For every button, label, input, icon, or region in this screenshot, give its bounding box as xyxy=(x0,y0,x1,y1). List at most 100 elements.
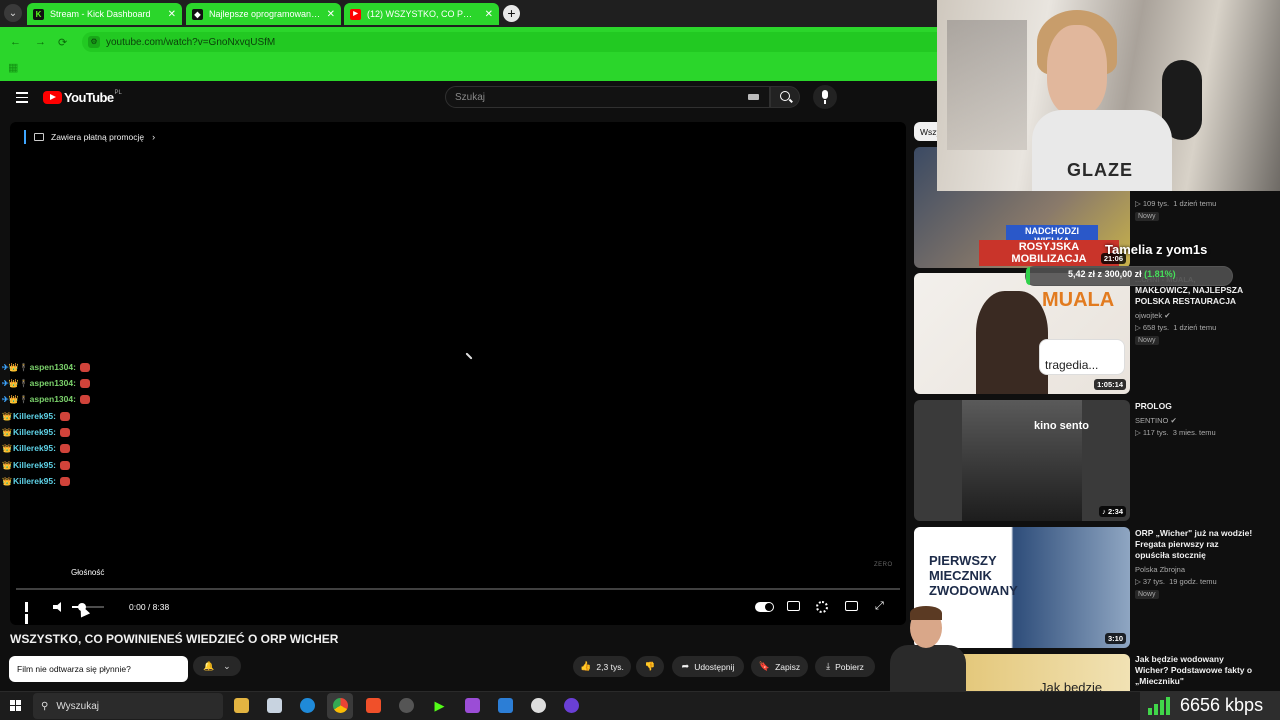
emote-icon xyxy=(79,378,90,388)
youtube-logo[interactable]: YouTube PL xyxy=(43,90,122,105)
thumbs-down-icon: 👎 xyxy=(644,661,656,671)
tab-search-menu-icon[interactable]: ⌄ xyxy=(4,4,22,22)
chat-badge: ✈👑🕴 xyxy=(2,362,29,372)
search-button[interactable] xyxy=(770,86,800,108)
taskbar-search[interactable]: ⚲ Wyszukaj xyxy=(33,693,223,719)
share-button[interactable]: ➦ Udostępnij xyxy=(672,656,744,677)
search-input[interactable]: Szukaj xyxy=(445,86,770,108)
chat-username: Killerek95: xyxy=(12,460,56,470)
recommended-meta[interactable]: ▷ 109 tys. 1 dzień temu Nowy xyxy=(1135,196,1216,221)
app-icon[interactable] xyxy=(498,698,513,713)
paid-promotion-label[interactable]: Zawiera płatną promocję › xyxy=(24,130,155,144)
subtitles-icon[interactable] xyxy=(787,601,800,611)
tab-close-icon[interactable]: ✕ xyxy=(168,9,176,20)
streamlabs-icon[interactable]: ▶ xyxy=(432,698,447,713)
share-icon: ➦ xyxy=(681,661,690,671)
chat-username: aspen1304: xyxy=(29,378,76,388)
address-bar[interactable]: ⚙ youtube.com/watch?v=GnoNxvqUSfM xyxy=(82,32,937,52)
loading-spinner-icon xyxy=(465,352,473,360)
bitrate-value: 6656 kbps xyxy=(1180,695,1264,715)
like-button[interactable]: 👍 2,3 tys. xyxy=(573,656,631,677)
chrome-icon[interactable] xyxy=(333,698,348,713)
dislike-button[interactable]: 👎 xyxy=(636,656,664,677)
chat-message: 👑 Killerek95: xyxy=(2,460,70,470)
tab-software[interactable]: ◆ Najlepsze oprogramowanie do ✕ xyxy=(186,3,341,25)
recommended-meta[interactable]: Jak będzie wodowany Wicher? Podstawowe f… xyxy=(1135,654,1255,691)
pause-button[interactable] xyxy=(25,602,34,624)
like-count: 2,3 tys. xyxy=(596,661,624,672)
chat-badge: ✈👑🕴 xyxy=(2,394,29,404)
video-stats: ▷ 37 tys. 19 godz. temu xyxy=(1135,577,1217,586)
app-icon[interactable] xyxy=(267,698,282,713)
youtube-play-icon xyxy=(43,91,62,104)
windows-start-icon[interactable] xyxy=(10,700,22,712)
thumb-text-line: tragedia... xyxy=(1039,339,1125,375)
tab-label: (12) WSZYSTKO, CO POWINIEN xyxy=(367,9,479,19)
chat-username: Killerek95: xyxy=(12,411,56,421)
voice-search-button[interactable] xyxy=(813,85,837,109)
reload-icon[interactable]: ⟳ xyxy=(58,36,67,49)
tab-label: Najlepsze oprogramowanie do xyxy=(209,9,321,19)
back-icon[interactable]: ← xyxy=(10,36,21,48)
search-icon: ⚲ xyxy=(41,700,49,712)
save-button[interactable]: 🔖 Zapisz xyxy=(751,656,808,677)
goal-title: Tamelia z yom1s xyxy=(1105,242,1208,257)
site-info-icon[interactable]: ⚙ xyxy=(88,36,100,48)
tab-close-icon[interactable]: ✕ xyxy=(327,9,335,20)
chat-message: 👑 Killerek95: xyxy=(2,411,70,421)
country-code: PL xyxy=(114,90,122,96)
thumb-text-line: ROSYJSKA MOBILIZACJA xyxy=(979,240,1119,266)
new-tab-button[interactable]: + xyxy=(503,5,520,22)
download-button[interactable]: ⤓ Pobierz xyxy=(815,656,875,677)
discord-icon[interactable] xyxy=(564,698,579,713)
video-title: ORP „Wicher" już na wodzie! Fregata pier… xyxy=(1135,528,1253,560)
app-icon[interactable] xyxy=(465,698,480,713)
save-label: Zapisz xyxy=(775,661,801,672)
volume-tooltip: Głośność xyxy=(71,568,105,577)
promo-text: Zawiera płatną promocję xyxy=(51,132,145,142)
time-display: 0:00 / 8:38 xyxy=(129,602,170,612)
bitrate-indicator: 6656 kbps xyxy=(1140,691,1280,720)
channel-watermark[interactable]: ZERO xyxy=(874,562,893,568)
brave-icon[interactable] xyxy=(366,698,381,713)
edge-icon[interactable] xyxy=(300,698,315,713)
new-badge: Nowy xyxy=(1135,590,1159,599)
video-player[interactable]: Zawiera płatną promocję › Głośność ZERO … xyxy=(10,122,906,625)
progress-bar[interactable] xyxy=(16,588,900,590)
tab-close-icon[interactable]: ✕ xyxy=(485,9,493,20)
chevron-down-icon: ⌄ xyxy=(223,660,231,671)
thumb-person xyxy=(976,291,1048,394)
apps-grid-icon[interactable]: ▦ xyxy=(8,61,18,74)
playback-issue-prompt[interactable]: Film nie odtwarza się płynnie? xyxy=(9,656,188,682)
recommended-meta[interactable]: ORP „Wicher" już na wodzie! Fregata pier… xyxy=(1135,528,1255,599)
settings-gear-icon[interactable] xyxy=(816,601,828,613)
notification-bell-button[interactable]: 🔔 ⌄ xyxy=(193,656,241,676)
chat-message: 👑 Killerek95: xyxy=(2,427,70,437)
tab-kick-dashboard[interactable]: K Stream - Kick Dashboard ✕ xyxy=(27,3,182,25)
video-stats: ▷ 117 tys. 3 mies. temu xyxy=(1135,428,1216,437)
album-cover xyxy=(962,400,1082,521)
obs-icon[interactable] xyxy=(399,698,414,713)
tab-youtube-active[interactable]: ▶ (12) WSZYSTKO, CO POWINIEN ✕ xyxy=(344,3,499,25)
duration-badge: 1:05:14 xyxy=(1094,379,1126,390)
autoplay-toggle[interactable] xyxy=(755,602,774,612)
file-explorer-icon[interactable] xyxy=(234,698,249,713)
menu-icon[interactable] xyxy=(16,92,28,106)
recommended-thumbnail[interactable]: kino sento ♪ 2:34 xyxy=(914,400,1130,521)
mute-button[interactable] xyxy=(53,602,65,612)
recommended-meta[interactable]: PROLOG SENTINO ✔ ▷ 117 tys. 3 mies. temu xyxy=(1135,401,1255,437)
shirt-text: GLAZE xyxy=(1067,160,1133,180)
chat-badge: ✈👑🕴 xyxy=(2,378,29,388)
chat-username: Killerek95: xyxy=(12,427,56,437)
video-title: PROLOG xyxy=(1135,401,1172,411)
forward-icon[interactable]: → xyxy=(35,36,46,48)
duration-badge: ♪ 2:34 xyxy=(1099,506,1126,517)
kick-favicon-icon: K xyxy=(33,8,44,20)
theater-mode-icon[interactable] xyxy=(845,601,858,611)
screen: ⌄ K Stream - Kick Dashboard ✕ ◆ Najlepsz… xyxy=(0,0,1280,720)
shopping-bag-icon xyxy=(34,133,44,141)
keyboard-icon[interactable] xyxy=(748,94,759,100)
video-title: WSZYSTKO, CO POWINIENEŚ WIEDZIEĆ O ORP W… xyxy=(10,632,339,646)
app-icon[interactable] xyxy=(531,698,546,713)
recommended-thumbnail[interactable]: MUALA tragedia... 1:05:14 xyxy=(914,273,1130,394)
